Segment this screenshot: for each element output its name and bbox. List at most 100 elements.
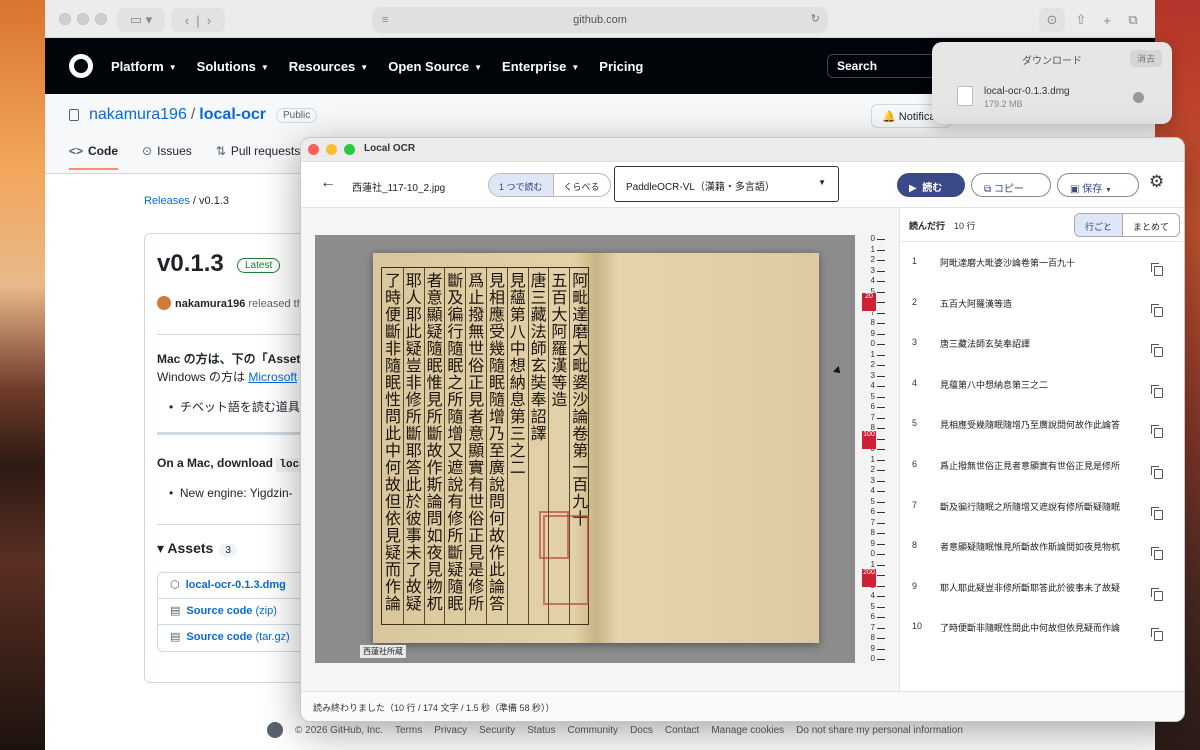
app-toolbar: ← 西蓮社_117-10_2.jpg 1 つで読む くらべる PaddleOCR… <box>301 162 1184 208</box>
copy-line-icon[interactable] <box>1151 263 1163 276</box>
latest-badge: Latest <box>237 258 281 273</box>
copy-line-icon[interactable] <box>1151 506 1163 520</box>
tab-code[interactable]: <> Code <box>69 144 119 170</box>
nav-solutions[interactable]: Solutions ▼ <box>197 59 269 74</box>
release-bullet-2: • New engine: Yigdzin- <box>169 486 293 500</box>
mode-compare-button[interactable]: くらべる <box>554 174 610 196</box>
result-row[interactable]: 2 五百大阿羅漢等造 <box>901 289 1184 329</box>
repo-title: nakamura196 / local-ocr Public <box>69 106 318 124</box>
ruler-tick <box>877 522 885 524</box>
downloads-clear-button[interactable]: 消去 <box>1129 50 1162 67</box>
app-zoom-button[interactable] <box>344 144 355 155</box>
result-row[interactable]: 4 見蘊第八中想納息第三之二 <box>901 370 1184 410</box>
tab-pull-requests[interactable]: ⇅ Pull requests <box>216 144 300 170</box>
footer-link-cookies[interactable]: Manage cookies <box>711 725 784 736</box>
microsoft-link[interactable]: Microsoft <box>248 370 297 384</box>
document-image[interactable]: 阿毗達磨大毗婆沙論卷第一百九十 五百大阿羅漢等造 唐三藏法師玄奘奉詔譯 見蘊第八中想納… <box>315 235 885 663</box>
copy-line-icon[interactable] <box>1151 384 1163 398</box>
window-zoom-button[interactable] <box>95 13 107 25</box>
footer-link-privacy[interactable]: Privacy <box>434 725 467 736</box>
save-button[interactable]: ▣ 保存 ▼ <box>1057 173 1139 197</box>
page-text-column: 見蘊第八中想納息第三之二 <box>506 272 526 476</box>
ruler-tick <box>877 575 885 576</box>
github-search-input[interactable]: Search <box>827 54 937 78</box>
result-row[interactable]: 10 了時便斷非隨眠性問此中何故但依見疑而作論 <box>901 613 1184 653</box>
footer-link-docs[interactable]: Docs <box>630 725 653 736</box>
repo-name-link[interactable]: local-ocr <box>199 106 266 124</box>
gear-icon[interactable]: ⚙ <box>1149 172 1164 192</box>
nav-resources[interactable]: Resources ▼ <box>289 59 368 74</box>
column-rule <box>465 268 467 624</box>
copy-line-icon[interactable] <box>1151 344 1163 358</box>
ruler-tick <box>877 375 885 377</box>
model-select[interactable]: PaddleOCR-VL（漢籍・多言語） ▼ <box>614 166 839 202</box>
result-row[interactable]: 6 爲止撥無世俗正見者意顯實有世俗正見是修所 <box>901 451 1184 491</box>
copy-line-icon[interactable] <box>1151 587 1163 601</box>
ruler-tick <box>877 480 885 482</box>
image-pane: 阿毗達磨大毗婆沙論卷第一百九十 五百大阿羅漢等造 唐三藏法師玄奘奉詔譯 見蘊第八中想納… <box>301 208 900 693</box>
download-file-name[interactable]: local-ocr-0.1.3.dmg <box>984 86 1070 97</box>
footer-link-community[interactable]: Community <box>567 725 618 736</box>
visibility-badge: Public <box>275 107 318 123</box>
address-bar[interactable]: ≡ github.com ↻ <box>372 7 828 33</box>
ruler-tick <box>877 333 885 335</box>
nav-enterprise[interactable]: Enterprise ▼ <box>502 59 579 74</box>
copy-line-icon[interactable] <box>1151 547 1163 561</box>
nav-open-source[interactable]: Open Source ▼ <box>388 59 482 74</box>
mode-single-button[interactable]: 1 つで読む <box>489 174 554 196</box>
ruler-tick <box>877 638 885 639</box>
footer-link-contact[interactable]: Contact <box>665 725 699 736</box>
view-combined-button[interactable]: まとめて <box>1123 214 1179 236</box>
footer-link-security[interactable]: Security <box>479 725 515 736</box>
repo-owner-link[interactable]: nakamura196 <box>89 106 187 124</box>
result-row[interactable]: 8 者意顯疑隨眠惟見所斷故作斯論問如夜見物杌 <box>901 532 1184 572</box>
copy-line-icon[interactable] <box>1151 425 1163 439</box>
result-row[interactable]: 1 阿毗達磨大毗婆沙論卷第一百九十 <box>901 248 1184 288</box>
run-ocr-button[interactable]: ▶ 読む <box>897 173 965 197</box>
window-close-button[interactable] <box>59 13 71 25</box>
github-footer-logo-icon[interactable] <box>267 722 283 738</box>
release-note-english: On a Mac, download loca <box>157 456 309 472</box>
github-logo-icon[interactable] <box>69 54 93 78</box>
line-text: 了時便斷非隨眠性問此中何故但依見疑而作論 <box>940 623 1121 634</box>
copy-line-icon[interactable] <box>1151 466 1163 479</box>
app-close-button[interactable] <box>308 144 319 155</box>
avatar[interactable] <box>157 296 171 310</box>
footer-link-do-not-share[interactable]: Do not share my personal information <box>796 725 963 736</box>
ruler-digit: 1 <box>870 454 875 464</box>
copy-button[interactable]: ⧉ コピー <box>971 173 1051 197</box>
footer-link-status[interactable]: Status <box>527 725 555 736</box>
app-minimize-button[interactable] <box>326 144 337 155</box>
save-icon: ▣ <box>1070 184 1080 195</box>
result-row[interactable]: 9 耶人耶此疑豈非修所斷耶答此於彼事未了故疑 <box>901 573 1184 613</box>
author-link[interactable]: nakamura196 <box>175 298 245 310</box>
view-per-line-button[interactable]: 行ごと <box>1075 214 1124 236</box>
breadcrumb-releases-link[interactable]: Releases <box>144 195 190 207</box>
nav-pricing[interactable]: Pricing <box>599 59 643 74</box>
sidebar-toggle-button[interactable]: ▭ ▾ <box>117 8 165 32</box>
history-nav-buttons[interactable]: ‹ | › <box>171 8 225 32</box>
copy-line-icon[interactable] <box>1151 303 1163 317</box>
line-number: 2 <box>912 296 918 307</box>
copy-line-icon[interactable] <box>1151 628 1163 642</box>
result-row[interactable]: 3 唐三藏法師玄奘奉詔譯 <box>901 329 1184 369</box>
model-select-value: PaddleOCR-VL（漢籍・多言語） <box>626 182 775 193</box>
tab-issues[interactable]: ⊙ Issues <box>142 144 192 170</box>
downloads-button[interactable]: ⊙ <box>1039 8 1065 32</box>
line-number: 4 <box>912 377 918 388</box>
window-minimize-button[interactable] <box>77 13 89 25</box>
back-arrow-icon[interactable]: ← <box>320 174 336 192</box>
reload-icon[interactable]: ↻ <box>811 12 820 25</box>
status-bar: 読み終わりました（10 行 / 174 文字 / 1.5 秒（準備 58 秒）） <box>301 691 1184 721</box>
assets-toggle[interactable]: ▾ Assets 3 <box>157 540 237 557</box>
share-icon[interactable]: ⇧ <box>1069 8 1093 32</box>
result-row[interactable]: 7 斷及徧行隨眠之所隨增又遮說有修所斷疑隨眠 <box>901 492 1184 532</box>
tab-overview-icon[interactable]: ⧉ <box>1121 8 1145 32</box>
result-row[interactable]: 5 見相應受幾隨眠隨增乃至廣說問何故作此論答 <box>901 410 1184 450</box>
nav-platform[interactable]: Platform ▼ <box>111 59 177 74</box>
downloads-popover: ダウンロード 消去 local-ocr-0.1.3.dmg 179.2 MB <box>932 42 1172 124</box>
new-tab-icon[interactable]: + <box>1095 8 1119 32</box>
ruler-tick <box>877 302 885 303</box>
reveal-in-finder-icon[interactable] <box>1133 92 1144 103</box>
footer-link-terms[interactable]: Terms <box>395 725 422 736</box>
